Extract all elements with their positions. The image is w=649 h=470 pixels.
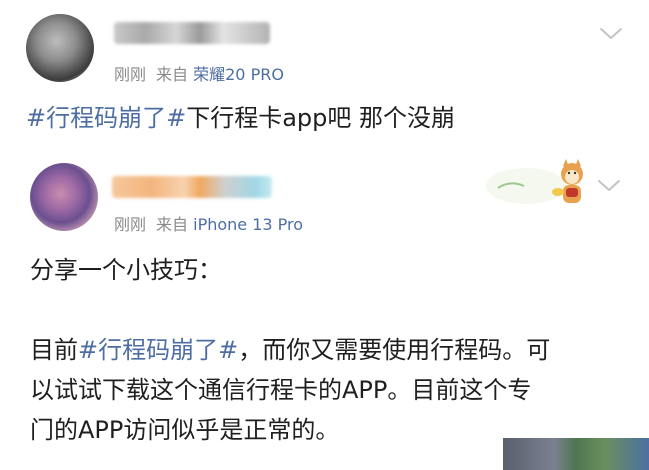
post-text-line: 以试试下载这个通信行程卡的APP。目前这个专 bbox=[30, 376, 532, 404]
post-text-body: 下行程卡app吧 那个没崩 bbox=[186, 104, 456, 132]
post-text-line: 目前#行程码崩了#，而你又需要使用行程码。可 bbox=[30, 330, 550, 370]
post-meta: 刚刚 来自 iPhone 13 Pro bbox=[114, 211, 303, 235]
weibo-post-2: 刚刚 来自 iPhone 13 Pro 分享一个小技巧： 目前#行程码崩了#，而你… bbox=[0, 152, 649, 470]
hashtag-link[interactable]: #行程码崩了# bbox=[26, 104, 186, 132]
post-time: 刚刚 bbox=[114, 215, 147, 234]
post-text-suffix: ，而你又需要使用行程码。可 bbox=[238, 336, 551, 364]
from-label: 来自 bbox=[156, 215, 189, 234]
post-meta: 刚刚 来自 荣耀20 PRO bbox=[114, 61, 284, 85]
chevron-down-icon[interactable] bbox=[596, 178, 622, 194]
post-text-line: 分享一个小技巧： bbox=[30, 256, 222, 284]
shiba-sticker bbox=[486, 159, 583, 204]
chevron-down-icon[interactable] bbox=[598, 26, 624, 42]
avatar-blurred[interactable] bbox=[30, 163, 98, 231]
avatar-blurred[interactable] bbox=[26, 14, 94, 82]
username-blurred[interactable] bbox=[112, 176, 272, 198]
attached-image-thumbnail[interactable] bbox=[503, 438, 649, 470]
username-blurred[interactable] bbox=[114, 22, 270, 44]
post-time: 刚刚 bbox=[114, 65, 147, 84]
from-label: 来自 bbox=[156, 65, 189, 84]
post-text: #行程码崩了#下行程卡app吧 那个没崩 bbox=[26, 98, 455, 138]
weibo-post-1: 刚刚 来自 荣耀20 PRO #行程码崩了#下行程卡app吧 那个没崩 bbox=[0, 0, 649, 150]
device-link[interactable]: iPhone 13 Pro bbox=[193, 215, 303, 234]
device-link[interactable]: 荣耀20 PRO bbox=[193, 65, 284, 84]
hashtag-link[interactable]: #行程码崩了# bbox=[78, 336, 238, 364]
post-text-line: 门的APP访问似乎是正常的。 bbox=[30, 416, 340, 444]
post-text-prefix: 目前 bbox=[30, 336, 78, 364]
